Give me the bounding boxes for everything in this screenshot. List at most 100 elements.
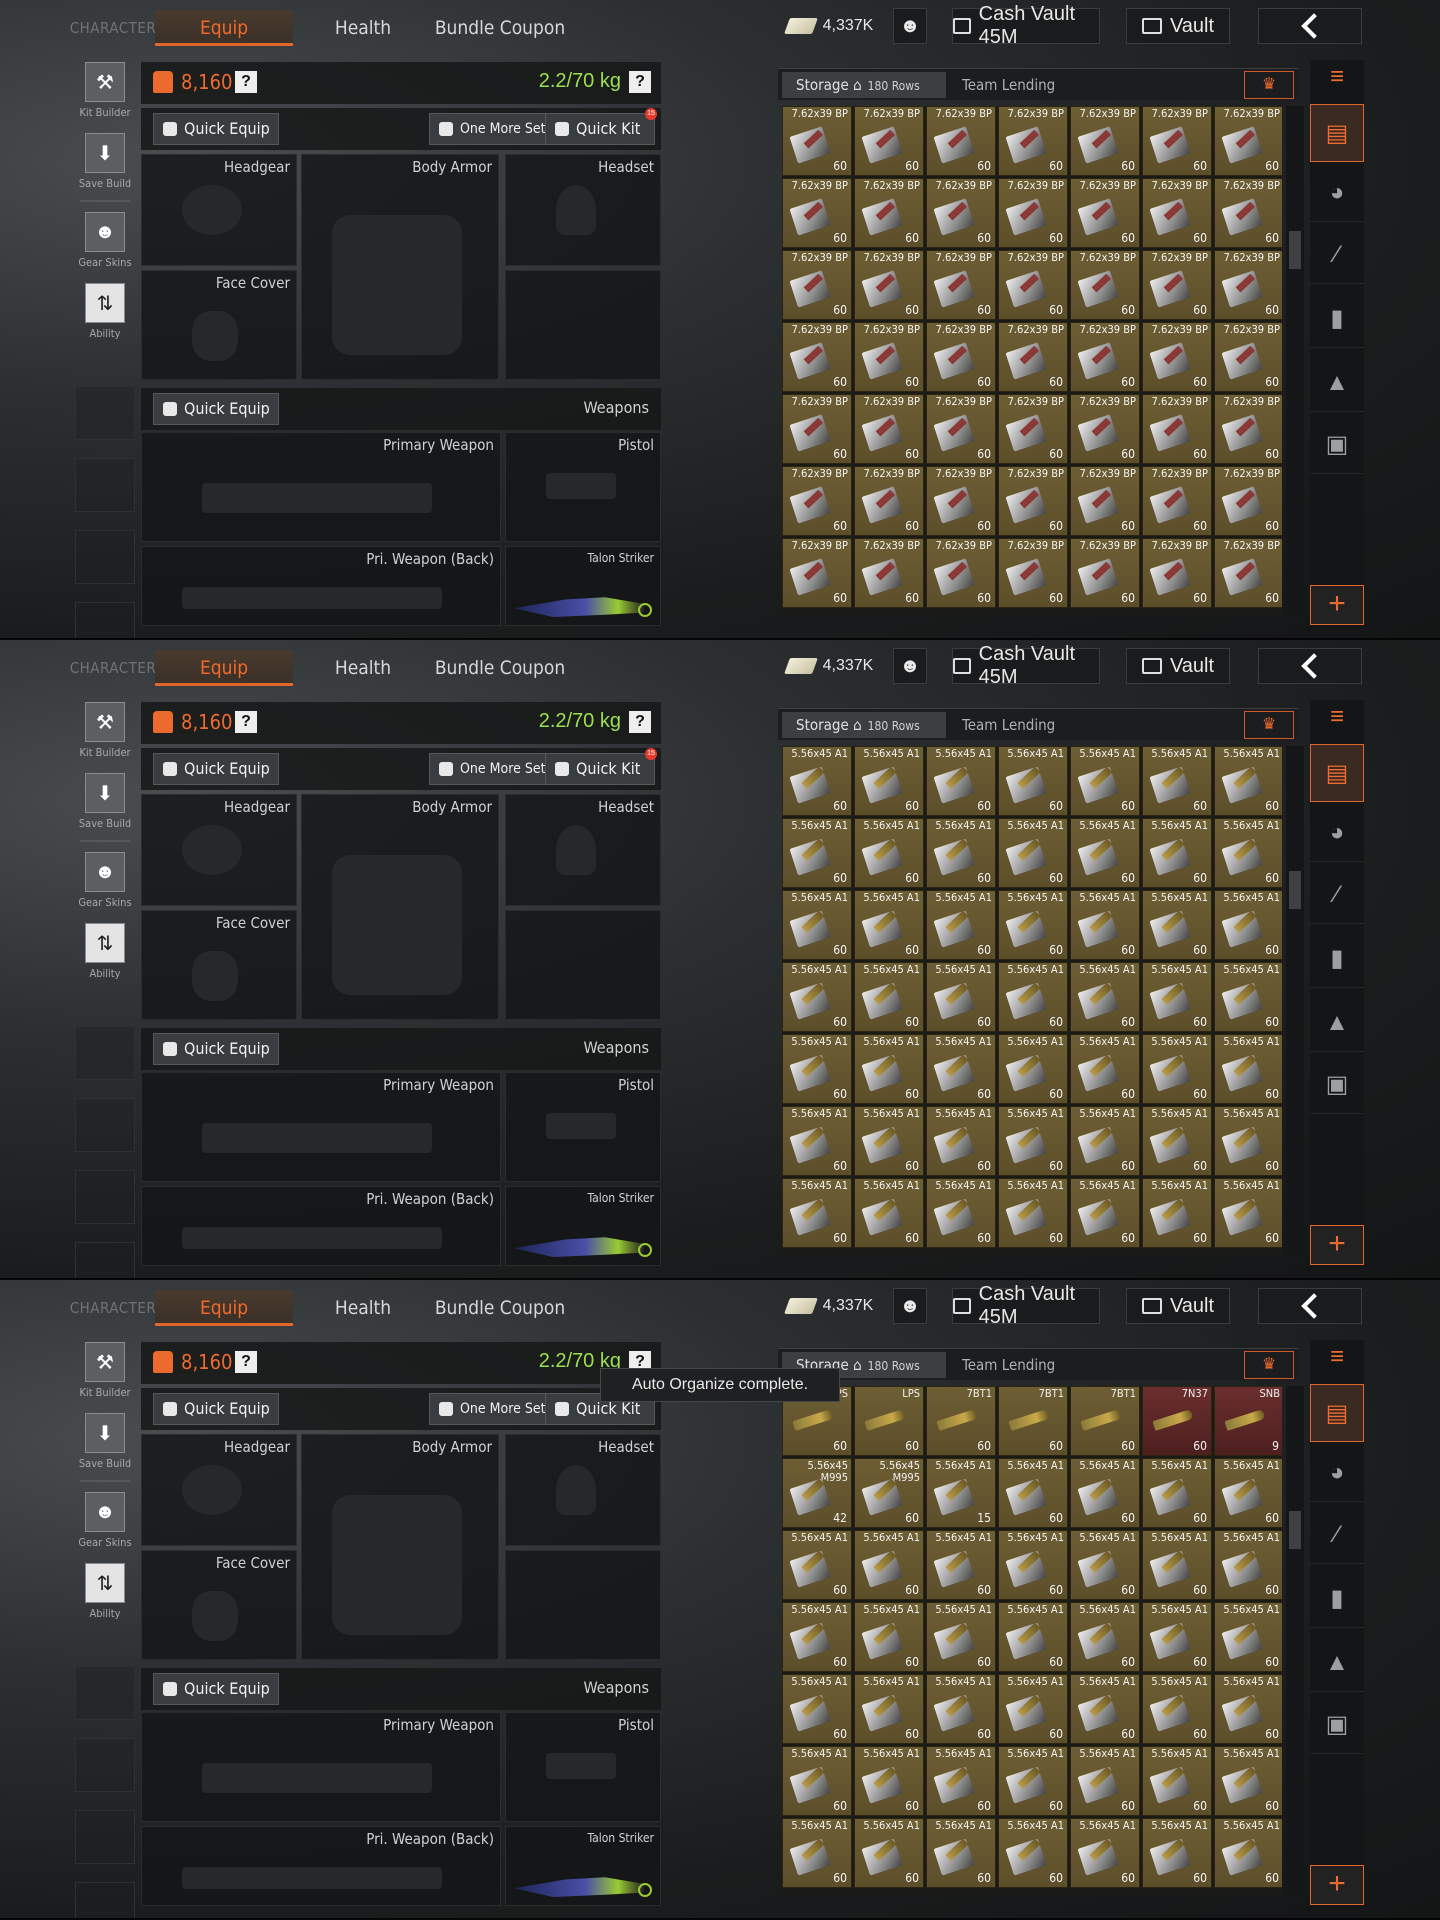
storage-item[interactable]: 7.62x39 BP 60 (782, 322, 852, 392)
operator-button[interactable]: ☻ (893, 1288, 927, 1324)
storage-item[interactable]: 5.56x45 A1 60 (854, 1530, 924, 1600)
storage-item[interactable]: 7BT1 60 (926, 1386, 996, 1456)
storage-item[interactable]: 5.56x45 A1 60 (854, 1178, 924, 1248)
storage-item[interactable]: 5.56x45 A1 60 (1214, 818, 1282, 888)
storage-item[interactable]: 7.62x39 BP 60 (854, 394, 924, 464)
storage-item[interactable]: 7.62x39 BP 60 (1070, 250, 1140, 320)
storage-item[interactable]: 5.56x45 A1 60 (1214, 1458, 1282, 1528)
headgear-slot[interactable]: Headgear (141, 1434, 297, 1546)
weapons-quick-equip-button[interactable]: Quick Equip (153, 393, 279, 425)
save-build-button[interactable]: ⬇ Save Build (60, 1413, 150, 1470)
back-weapon-slot[interactable]: Pri. Weapon (Back) (141, 1186, 501, 1266)
storage-item[interactable]: 7.62x39 BP 60 (998, 106, 1068, 176)
storage-item[interactable]: 5.56x45 A1 60 (854, 746, 924, 816)
storage-item[interactable]: 5.56x45 A1 60 (782, 746, 852, 816)
quick-equip-button[interactable]: Quick Equip (153, 753, 279, 785)
tab-team-lending[interactable]: Team Lending (962, 1352, 1055, 1378)
storage-item[interactable]: 7.62x39 BP 60 (926, 106, 996, 176)
storage-item[interactable]: 7.62x39 BP 60 (1142, 178, 1212, 248)
storage-item[interactable]: 7.62x39 BP 60 (1070, 538, 1140, 608)
storage-item[interactable]: 5.56x45 A1 60 (926, 1674, 996, 1744)
vault-button[interactable]: Vault (1126, 8, 1230, 44)
storage-item[interactable]: 5.56x45 A1 60 (1214, 1178, 1282, 1248)
gear-skins-button[interactable]: ☻ Gear Skins (60, 1492, 150, 1549)
storage-scrollbar[interactable] (1286, 1386, 1304, 1896)
gear-skins-button[interactable]: ☻ Gear Skins (60, 212, 150, 269)
storage-item[interactable]: 5.56x45 A1 60 (1142, 890, 1212, 960)
category-container-button[interactable]: ▣ (1310, 1056, 1364, 1114)
storage-item[interactable]: 5.56x45 A1 60 (782, 1178, 852, 1248)
storage-item[interactable]: 5.56x45 A1 60 (1070, 1602, 1140, 1672)
storage-item[interactable]: 5.56x45 A1 60 (926, 890, 996, 960)
storage-item[interactable]: 5.56x45 A1 60 (782, 1818, 852, 1888)
one-more-set-button[interactable]: One More Set (429, 113, 555, 145)
ability-button[interactable]: ⇅ Ability (60, 283, 150, 340)
category-gear-button[interactable]: ◕ (1310, 804, 1364, 862)
face-cover-slot[interactable]: Face Cover (141, 270, 297, 380)
headset-slot[interactable]: Headset (505, 1434, 661, 1546)
storage-item[interactable]: 5.56x45 A1 60 (854, 890, 924, 960)
tab-health[interactable]: Health (318, 650, 408, 686)
category-weapon-button[interactable]: ∕ (1310, 226, 1364, 284)
storage-item[interactable]: 7.62x39 BP 60 (854, 250, 924, 320)
category-mag-button[interactable]: ▮ (1310, 930, 1364, 988)
storage-item[interactable]: 7.62x39 BP 60 (782, 394, 852, 464)
category-bullet-button[interactable]: ▲ (1310, 354, 1364, 412)
face-cover-slot[interactable]: Face Cover (141, 1550, 297, 1660)
tab-equip[interactable]: Equip (155, 1290, 293, 1326)
storage-item[interactable]: 5.56x45 A1 60 (1142, 746, 1212, 816)
storage-item[interactable]: 5.56x45 A1 60 (1142, 962, 1212, 1032)
headset-slot[interactable]: Headset (505, 794, 661, 906)
tab-character[interactable]: CHARACTER (68, 10, 158, 46)
storage-item[interactable]: 7.62x39 BP 60 (782, 466, 852, 536)
storage-item[interactable]: 5.56x45 A1 60 (1214, 962, 1282, 1032)
storage-item[interactable]: 5.56x45 A1 60 (1214, 1106, 1282, 1176)
storage-item[interactable]: 7.62x39 BP 60 (998, 394, 1068, 464)
category-weapon-button[interactable]: ∕ (1310, 866, 1364, 924)
headgear-slot[interactable]: Headgear (141, 794, 297, 906)
storage-item[interactable]: 5.56x45 A1 60 (926, 962, 996, 1032)
melee-slot[interactable]: Talon Striker (505, 546, 661, 626)
storage-item[interactable]: 7.62x39 BP 60 (1214, 466, 1282, 536)
storage-item[interactable]: 5.56x45 A1 60 (998, 890, 1068, 960)
storage-item[interactable]: 5.56x45 A1 60 (1142, 1458, 1212, 1528)
storage-item[interactable]: 7.62x39 BP 60 (782, 250, 852, 320)
save-build-button[interactable]: ⬇ Save Build (60, 773, 150, 830)
save-build-button[interactable]: ⬇ Save Build (60, 133, 150, 190)
gear-skins-button[interactable]: ☻ Gear Skins (60, 852, 150, 909)
storage-item[interactable]: 5.56x45 A1 60 (1070, 1746, 1140, 1816)
auto-organize-button[interactable]: ♛ (1244, 711, 1294, 739)
storage-item[interactable]: 5.56x45 A1 60 (998, 1178, 1068, 1248)
category-ammo-button[interactable]: ▤ (1310, 744, 1364, 802)
storage-item[interactable]: 5.56x45 A1 60 (1070, 1458, 1140, 1528)
scrollbar-thumb[interactable] (1289, 871, 1301, 909)
storage-item[interactable]: 5.56x45 A1 60 (1070, 1034, 1140, 1104)
storage-item[interactable]: 5.56x45 A1 60 (1142, 818, 1212, 888)
storage-item[interactable]: 7.62x39 BP 60 (1142, 538, 1212, 608)
storage-item[interactable]: 5.56x45 A1 60 (926, 1178, 996, 1248)
storage-item[interactable]: 7.62x39 BP 60 (1214, 250, 1282, 320)
storage-item[interactable]: 7.62x39 BP 60 (1142, 106, 1212, 176)
storage-item[interactable]: 5.56x45 A1 60 (926, 1746, 996, 1816)
storage-item[interactable]: 5.56x45 A1 60 (1142, 1530, 1212, 1600)
storage-item[interactable]: 7.62x39 BP 60 (854, 178, 924, 248)
back-weapon-slot[interactable]: Pri. Weapon (Back) (141, 546, 501, 626)
storage-item[interactable]: 7.62x39 BP 60 (1142, 466, 1212, 536)
add-storage-button[interactable]: + (1310, 1865, 1364, 1905)
storage-item[interactable]: 7.62x39 BP 60 (782, 178, 852, 248)
storage-item[interactable]: 5.56x45 A1 60 (854, 962, 924, 1032)
tab-bundle-coupon[interactable]: Bundle Coupon (430, 650, 570, 686)
auto-organize-button[interactable]: ♛ (1244, 71, 1294, 99)
auto-organize-button[interactable]: ♛ (1244, 1351, 1294, 1379)
storage-item[interactable]: 5.56x45 A1 60 (998, 818, 1068, 888)
storage-item[interactable]: 7.62x39 BP 60 (998, 466, 1068, 536)
tab-health[interactable]: Health (318, 10, 408, 46)
storage-item[interactable]: 5.56x45 A1 60 (998, 1530, 1068, 1600)
one-more-set-button[interactable]: One More Set (429, 753, 555, 785)
storage-item[interactable]: 5.56x45 A1 60 (1214, 1602, 1282, 1672)
ability-button[interactable]: ⇅ Ability (60, 923, 150, 980)
storage-item[interactable]: 7.62x39 BP 60 (998, 178, 1068, 248)
kit-builder-button[interactable]: ⚒ Kit Builder (60, 62, 150, 119)
scrollbar-thumb[interactable] (1289, 231, 1301, 269)
storage-item[interactable]: 7.62x39 BP 60 (1070, 466, 1140, 536)
